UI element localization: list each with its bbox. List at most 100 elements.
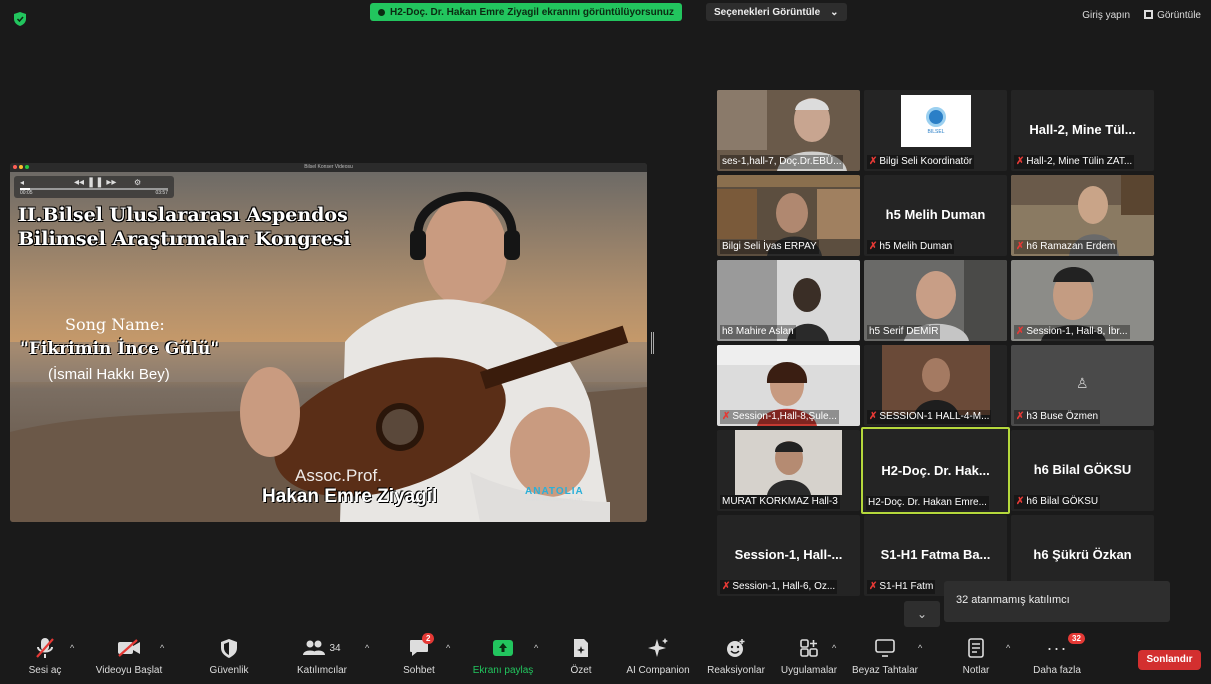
participant-logo: BILSEL [901,95,971,147]
more-badge: 32 [1068,633,1085,644]
encryption-shield-icon[interactable] [14,12,26,26]
muted-mic-icon: ✗ [869,411,878,422]
chat-button[interactable]: Sohbet 2 [374,633,464,676]
playback-controls[interactable]: ◂◂ ❚❚ ▸▸ [74,177,116,188]
active-speaker-tile[interactable]: H2-Doç. Dr. Hak... H2-Doç. Dr. Hakan Emr… [861,427,1010,514]
participant-tile[interactable]: ♙ ✗ h3 Buse Özmen [1011,345,1154,426]
shared-window-title: Bilsel Konser Videosu [304,164,353,170]
smiley-icon [726,636,746,660]
song-name: "Fikrimin İnce Gülü" [20,339,220,359]
participant-display-name: h5 Melih Duman [885,207,986,222]
reactions-label: Reaksiyonlar [707,665,765,676]
participants-button[interactable]: 34 Katılımcılar [277,636,367,676]
volume-icon[interactable]: ◂ [20,178,24,187]
participant-tile[interactable]: Session-1, Hall-... ✗ Session-1, Hall-6, … [717,515,860,596]
participant-name-label: Bilgi Seli İyas ERPAY [720,240,819,254]
participant-tile[interactable]: BILSEL ✗ Bilgi Seli Koordinatör [864,90,1007,171]
participant-display-name: h6 Şükrü Özkan [1033,547,1132,562]
participant-tile[interactable]: h6 Bilal GÖKSU ✗ h6 Bilal GÖKSU [1011,430,1154,511]
participant-tile[interactable]: Bilgi Seli İyas ERPAY [717,175,860,256]
participant-tile[interactable]: ✗ SESSION-1 HALL-4-M... [864,345,1007,426]
apps-label: Uygulamalar [780,665,838,676]
security-button[interactable]: Güvenlik [184,636,274,676]
participant-name-label: ✗ S1-H1 Fatm [867,580,936,594]
share-banner-text: H2-Doç. Dr. Hakan Emre Ziyagil ekranını … [390,6,674,18]
participants-label: Katılımcılar [296,665,347,676]
security-label: Güvenlik [209,665,249,676]
participant-name-label: ✗ Session-1, Hall-8, İbr... [1014,325,1130,339]
participant-tile[interactable]: ✗ h6 Ramazan Erdem [1011,175,1154,256]
participant-tile[interactable]: Hall-2, Mine Tül... ✗ Hall-2, Mine Tülin … [1011,90,1154,171]
sign-in-link[interactable]: Giriş yapın [1082,10,1130,21]
whiteboards-label: Beyaz Tahtalar [852,665,918,676]
unassigned-participants-tooltip: 32 atanmamış katılımcı [944,581,1170,622]
notes-icon [968,636,984,660]
view-options-label: Seçenekleri Görüntüle [714,6,821,18]
participant-name-label: ✗ Bilgi Seli Koordinatör [867,155,975,169]
chat-unread-badge: 2 [422,633,435,644]
chevron-down-icon: ⌄ [916,607,928,621]
performer-title: Assoc.Prof. [295,466,382,485]
player-options-icon[interactable]: ⚙ [134,178,141,187]
start-video-button[interactable]: Videoyu Başlat [84,636,174,676]
video-player-controls[interactable]: ◂ ◂◂ ❚❚ ▸▸ ⚙ 00:05 03:57 [14,176,174,198]
ai-companion-button[interactable]: AI Companion [613,636,703,676]
apps-options-caret[interactable]: ^ [832,643,836,653]
participant-name-label: ✗ h5 Melih Duman [867,240,955,254]
participant-display-name: H2-Doç. Dr. Hak... [881,463,990,478]
audio-options-caret[interactable]: ^ [70,643,74,653]
summary-icon [573,636,589,660]
sponsor-logo-text: ANATOLIA [525,486,584,497]
participant-display-name: Session-1, Hall-... [734,547,843,562]
chat-label: Sohbet [403,665,435,676]
whiteboards-options-caret[interactable]: ^ [918,643,922,653]
muted-mic-icon: ✗ [1016,241,1025,252]
chat-options-caret[interactable]: ^ [446,643,450,653]
notes-button[interactable]: Notlar [931,636,1021,676]
participant-tile[interactable]: ✗ Session-1, Hall-8, İbr... [1011,260,1154,341]
participant-name-label: ✗ Hall-2, Mine Tülin ZAT... [1014,155,1135,169]
gallery-view-icon [1144,10,1154,19]
participant-name-label: ✗ h6 Bilal GÖKSU [1014,495,1101,509]
end-meeting-button[interactable]: Sonlandır [1138,650,1201,670]
participant-name-label: ✗ h6 Ramazan Erdem [1014,240,1118,254]
video-options-caret[interactable]: ^ [160,643,164,653]
notes-label: Notlar [962,665,990,676]
participant-tile[interactable]: MURAT KORKMAZ Hall-3 [717,430,860,511]
chevron-down-icon: ⌄ [830,6,839,18]
participants-count: 34 [329,642,341,654]
participant-name-label: ✗ Session-1, Hall-6, Oz... [720,580,838,594]
participant-tile[interactable]: ses-1,hall-7, Doç.Dr.EBÜ... [717,90,860,171]
participant-display-name: S1-H1 Fatma Ba... [880,547,991,562]
participant-name-label: ✗ SESSION-1 HALL-4-M... [867,410,992,424]
share-screen-label: Ekranı paylaş [472,665,534,676]
congress-title-line2: Bilimsel Araştırmalar Kongresi [18,228,351,250]
unmute-label: Sesi aç [28,665,62,676]
muted-mic-icon: ✗ [722,411,731,422]
gallery-scroll-down-button[interactable]: ⌄ [904,601,940,627]
split-view-divider[interactable] [651,332,654,354]
muted-mic-icon: ✗ [1016,496,1025,507]
shield-icon [221,636,237,660]
muted-mic-icon: ✗ [1016,411,1025,422]
view-options-button[interactable]: Seçenekleri Görüntüle ⌄ [706,3,847,21]
song-author: (İsmail Hakkı Bey) [48,366,170,383]
zoom-meeting-window: H2-Doç. Dr. Hakan Emre Ziyagil ekranını … [0,0,1211,684]
participant-tile[interactable]: h8 Mahire Aslan [717,260,860,341]
participant-display-name: Hall-2, Mine Tül... [1029,122,1136,137]
view-button[interactable]: Görüntüle [1144,10,1201,21]
notes-options-caret[interactable]: ^ [1006,643,1010,653]
unmute-button[interactable]: Sesi aç [0,636,90,676]
participant-name-label: ✗ Session-1,Hall-8,Şule... [720,410,839,424]
participant-tile[interactable]: ✗ Session-1,Hall-8,Şule... [717,345,860,426]
more-button[interactable]: ··· Daha fazla 32 [1012,633,1102,676]
more-dots-icon: ··· [1046,637,1068,658]
whiteboards-button[interactable]: Beyaz Tahtalar [840,636,930,676]
share-screen-button[interactable]: Ekranı paylaş [458,636,548,676]
congress-title-line1: II.Bilsel Uluslararası Aspendos [18,204,348,226]
participants-options-caret[interactable]: ^ [365,643,369,653]
participant-tile[interactable]: h5 Serif DEMİR [864,260,1007,341]
participant-tile[interactable]: h5 Melih Duman ✗ h5 Melih Duman [864,175,1007,256]
player-total-time: 03:57 [155,190,168,196]
shared-window-titlebar: Bilsel Konser Videosu [10,163,647,172]
